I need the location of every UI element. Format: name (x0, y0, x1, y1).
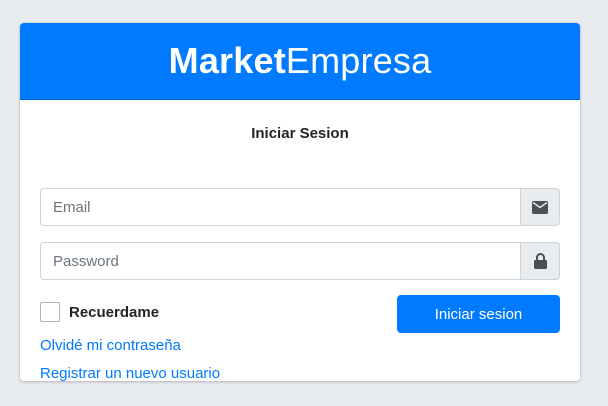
remember-label: Recuerdame (69, 303, 160, 321)
login-card-header: MarketEmpresa (20, 23, 580, 100)
login-card: MarketEmpresa Iniciar Sesion Email Recue… (20, 23, 580, 381)
register-link[interactable]: Registrar un nuevo usuario (40, 364, 220, 381)
forgot-password-link[interactable]: Olvidé mi contraseña (40, 336, 181, 356)
password-input-group (40, 242, 560, 280)
login-card-body: Iniciar Sesion Recuerdame I (20, 124, 580, 381)
remember-me[interactable]: Recuerdame (40, 301, 159, 323)
email-input-group (40, 188, 560, 226)
lock-icon (533, 253, 547, 269)
email-field[interactable] (40, 188, 520, 226)
password-field[interactable] (40, 242, 520, 280)
brand-logo[interactable]: MarketEmpresa (169, 40, 432, 82)
brand-light-text: Empresa (285, 40, 432, 81)
login-title: Iniciar Sesion (251, 125, 349, 142)
brand-bold-text: Market (168, 40, 286, 81)
login-button[interactable]: Iniciar sesion (397, 295, 560, 333)
envelope-icon (532, 200, 548, 214)
password-addon (520, 242, 560, 280)
email-addon (520, 188, 560, 226)
remember-checkbox[interactable] (40, 302, 60, 322)
